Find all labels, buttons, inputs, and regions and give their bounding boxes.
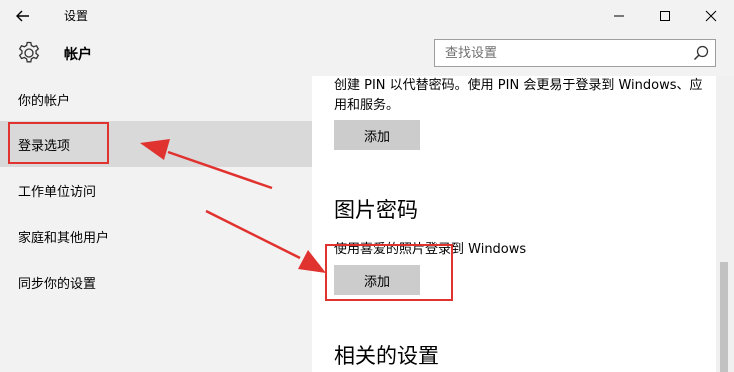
maximize-button[interactable]	[642, 0, 688, 31]
content-pane: 创建 PIN 以代替密码。使用 PIN 会更易于登录到 Windows、应用和服…	[312, 76, 716, 372]
close-icon	[705, 10, 717, 21]
maximize-icon	[660, 10, 670, 21]
add-pin-button[interactable]: 添加	[334, 120, 420, 150]
pin-description: 创建 PIN 以代替密码。使用 PIN 会更易于登录到 Windows、应用和服…	[334, 78, 703, 113]
related-settings-title: 相关的设置	[334, 344, 439, 368]
gear-icon	[18, 41, 40, 63]
sidebar-item-work-access[interactable]: 工作单位访问	[0, 167, 312, 213]
title-bar: 设置	[0, 0, 734, 31]
sidebar-item-label: 同步你的设置	[18, 276, 97, 292]
sidebar-item-family-users[interactable]: 家庭和其他用户	[0, 213, 312, 259]
sidebar: 你的帐户 登录选项 工作单位访问 家庭和其他用户 同步你的设置	[0, 76, 312, 372]
page-title: 帐户	[64, 47, 92, 63]
search-icon[interactable]	[692, 44, 710, 62]
sidebar-item-label: 你的帐户	[18, 93, 71, 109]
window-title: 设置	[64, 9, 89, 23]
arrow-left-icon	[16, 10, 29, 21]
scrollbar[interactable]	[716, 76, 734, 372]
picture-password-title: 图片密码	[334, 198, 418, 222]
annotation-box-sign-in-options	[8, 122, 109, 164]
minimize-button[interactable]	[596, 0, 642, 31]
sidebar-item-label: 工作单位访问	[18, 184, 97, 200]
search-input[interactable]	[435, 40, 687, 66]
page-header: 帐户	[0, 31, 734, 76]
back-button[interactable]	[0, 0, 46, 31]
sidebar-item-sync-settings[interactable]: 同步你的设置	[0, 259, 312, 305]
annotation-box-add-picture-password	[325, 244, 453, 301]
sidebar-item-your-account[interactable]: 你的帐户	[0, 76, 312, 122]
minimize-icon	[614, 15, 624, 16]
sidebar-item-label: 家庭和其他用户	[18, 230, 110, 246]
close-button[interactable]	[688, 0, 734, 31]
search-box[interactable]	[434, 39, 716, 67]
scrollbar-thumb[interactable]	[720, 262, 728, 372]
